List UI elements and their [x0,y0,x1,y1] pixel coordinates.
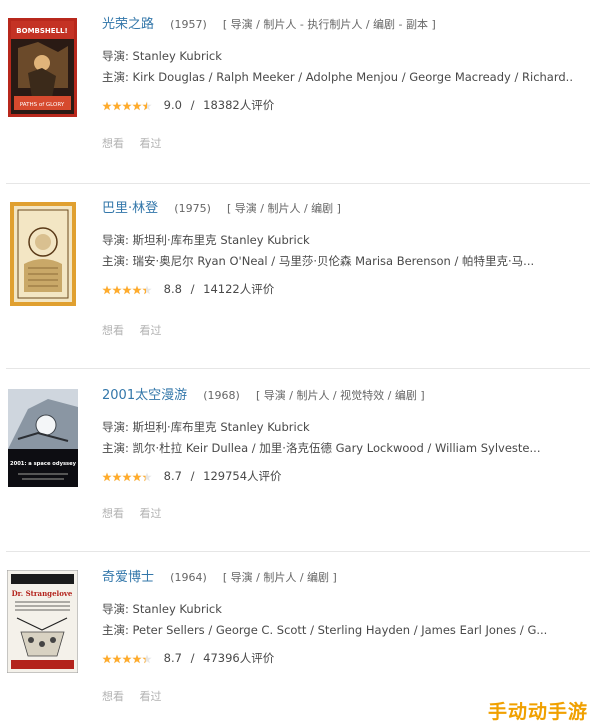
vote-count: 129754人评价 [203,469,282,483]
watched-link[interactable]: 看过 [140,324,162,337]
movie-year: (1957) [170,18,207,31]
movie-title[interactable]: 巴里·林登 [102,201,158,216]
rating-score: 8.7 [163,651,182,665]
vote-count: 18382人评价 [203,98,275,112]
watched-link[interactable]: 看过 [140,690,162,703]
movie-year: (1968) [203,389,240,402]
rating-row: 8.7 / 47396人评价 [102,650,572,666]
vote-count: 47396人评价 [203,651,275,665]
list-item: 巴里·林登 (1975) [ 导演 / 制片人 / 编剧 ] 导演: 斯坦利·库… [0,199,594,349]
list-item: BOMBSHELL! PATHS of GLORY 光荣之路 (1957) [ … [0,15,594,165]
poster-paths-of-glory[interactable]: BOMBSHELL! PATHS of GLORY [8,18,77,117]
movie-year: (1964) [170,571,207,584]
divider [6,551,590,552]
action-links: 想看 看过 [102,505,162,521]
rating-score: 9.0 [163,98,182,112]
director-line: 导演: 斯坦利·库布里克 Stanley Kubrick [102,233,310,247]
movie-info: 光荣之路 (1957) [ 导演 / 制片人 - 执行制片人 / 编剧 - 副本… [102,15,572,150]
divider [6,368,590,369]
action-links: 想看 看过 [102,322,162,338]
movie-roles: [ 导演 / 制片人 - 执行制片人 / 编剧 - 副本 ] [222,18,436,31]
movie-roles: [ 导演 / 制片人 / 编剧 ] [222,571,337,584]
action-links: 想看 看过 [102,135,162,151]
rating-row: 8.8 / 14122人评价 [102,281,572,297]
rating-stars-icon [102,99,152,115]
movie-year: (1975) [174,202,211,215]
want-to-watch-link[interactable]: 想看 [102,137,124,150]
poster-dr-strangelove[interactable]: Dr. Strangelove [7,570,78,673]
movie-title[interactable]: 光荣之路 [102,17,154,32]
poster-barry-lyndon[interactable] [10,202,76,306]
director-line: 导演: Stanley Kubrick [102,602,222,616]
watched-link[interactable]: 看过 [140,137,162,150]
divider [6,183,590,184]
rating-stars-icon [102,652,152,668]
watched-link[interactable]: 看过 [140,507,162,520]
movie-title[interactable]: 奇爱博士 [102,570,154,585]
separator: / [190,651,195,665]
want-to-watch-link[interactable]: 想看 [102,507,124,520]
cast-line: 主演: Peter Sellers / George C. Scott / St… [102,623,548,637]
want-to-watch-link[interactable]: 想看 [102,690,124,703]
poster-2001-space-odyssey[interactable]: 2001: a space odyssey [8,389,78,487]
separator: / [190,282,195,296]
rating-row: 8.7 / 129754人评价 [102,468,572,484]
movie-roles: [ 导演 / 制片人 / 视觉特效 / 编剧 ] [255,389,425,402]
list-item: Dr. Strangelove 奇爱博士 (1964) [ 导演 / 制片人 /… [0,568,594,718]
poster-caption: 2001: a space odyssey [10,461,77,467]
want-to-watch-link[interactable]: 想看 [102,324,124,337]
rating-stars-icon [102,283,152,299]
poster-text: Dr. Strangelove [12,589,73,598]
vote-count: 14122人评价 [203,282,275,296]
movie-roles: [ 导演 / 制片人 / 编剧 ] [227,202,341,215]
watermark-logo: 手动动手游 [487,701,588,723]
rating-score: 8.8 [163,282,182,296]
movie-info: 巴里·林登 (1975) [ 导演 / 制片人 / 编剧 ] 导演: 斯坦利·库… [102,199,572,337]
list-item: 2001: a space odyssey 2001太空漫游 (1968) [ … [0,386,594,536]
rating-row: 9.0 / 18382人评价 [102,97,572,113]
poster-caption: PATHS of GLORY [20,102,65,108]
rating-stars-icon [102,470,152,486]
movie-info: 2001太空漫游 (1968) [ 导演 / 制片人 / 视觉特效 / 编剧 ]… [102,386,572,520]
rating-score: 8.7 [163,469,182,483]
cast-line: 主演: Kirk Douglas / Ralph Meeker / Adolph… [102,70,572,84]
director-line: 导演: 斯坦利·库布里克 Stanley Kubrick [102,420,310,434]
separator: / [190,98,195,112]
action-links: 想看 看过 [102,688,162,704]
director-line: 导演: Stanley Kubrick [102,49,222,63]
cast-line: 主演: 瑞安·奥尼尔 Ryan O'Neal / 马里莎·贝伦森 Marisa … [102,254,535,268]
separator: / [190,469,195,483]
movie-info: 奇爱博士 (1964) [ 导演 / 制片人 / 编剧 ] 导演: Stanle… [102,568,572,703]
movie-title[interactable]: 2001太空漫游 [102,388,187,403]
cast-line: 主演: 凯尔·杜拉 Keir Dullea / 加里·洛克伍德 Gary Loc… [102,441,541,455]
poster-text: BOMBSHELL! [16,27,67,35]
